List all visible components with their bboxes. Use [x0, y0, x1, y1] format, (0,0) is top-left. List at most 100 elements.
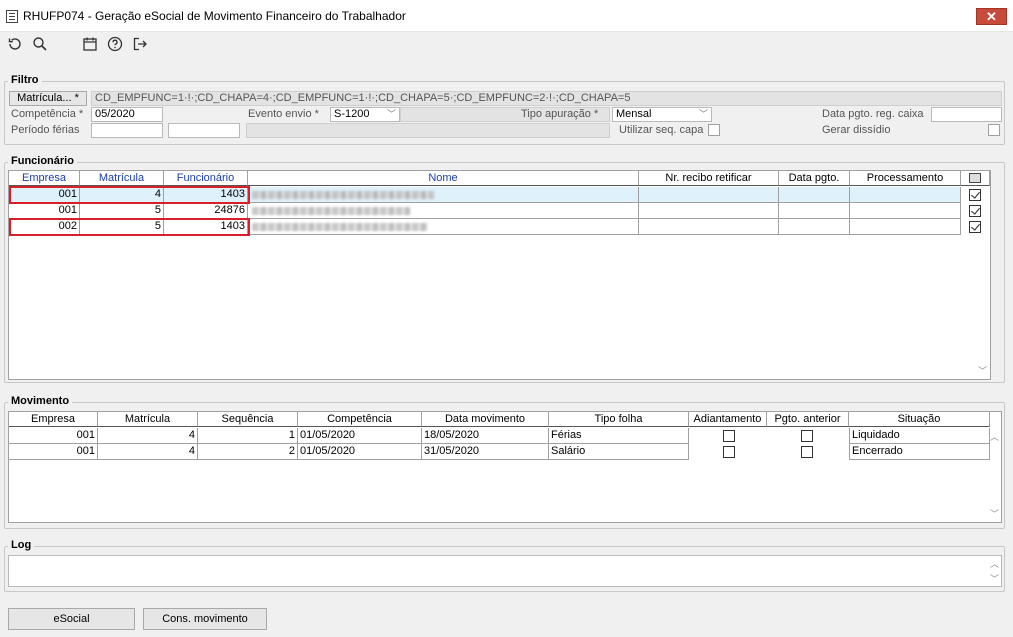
utilizar-seq-checkbox[interactable]	[708, 124, 720, 136]
movimento-label: Movimento	[8, 395, 73, 407]
gerar-dissidio-label: Gerar dissídio	[822, 124, 891, 136]
row-checkbox[interactable]	[969, 205, 981, 217]
cell-data-pgto[interactable]	[779, 203, 850, 219]
col-header-competencia[interactable]: Competência	[298, 412, 422, 427]
matricula-button[interactable]: Matrícula... *	[9, 91, 87, 106]
filtro-label: Filtro	[8, 74, 42, 86]
log-textarea[interactable]: ︿ ﹀	[8, 555, 1002, 587]
evento-envio-label: Evento envio *	[248, 108, 319, 120]
cell-processamento	[850, 219, 961, 235]
cell-adiantamento	[689, 428, 767, 444]
table-row[interactable]: 001 5 24876	[9, 203, 961, 219]
col-header-sequencia[interactable]: Sequência	[198, 412, 298, 427]
cell-empresa: 001	[9, 203, 80, 219]
tipo-apuracao-value: Mensal	[616, 108, 652, 120]
cell-processamento	[850, 187, 961, 203]
cell-empresa: 001	[9, 444, 98, 460]
funcionario-grid: Empresa Matrícula Funcionário Nome Nr. r…	[8, 170, 991, 380]
col-header-empresa[interactable]: Empresa	[9, 171, 80, 186]
cell-data-pgto[interactable]	[779, 219, 850, 235]
col-header-tipo-folha[interactable]: Tipo folha	[549, 412, 689, 427]
cell-data-pgto[interactable]	[779, 187, 850, 203]
cell-sequencia: 1	[198, 428, 298, 444]
scroll-up-icon[interactable]: ︿	[987, 431, 1002, 443]
col-header-data-pgto[interactable]: Data pgto.	[779, 171, 850, 186]
col-header-data-movimento[interactable]: Data movimento	[422, 412, 549, 427]
data-pgto-field[interactable]	[931, 107, 1002, 122]
search-icon[interactable]	[31, 36, 49, 54]
cell-pgto-anterior	[767, 428, 849, 444]
scroll-down-icon[interactable]: ﹀	[987, 573, 1002, 585]
cell-pgto-anterior	[767, 444, 849, 460]
cell-data-movimento: 18/05/2020	[422, 428, 549, 444]
col-header-nr-recibo[interactable]: Nr. recibo retificar	[639, 171, 779, 186]
periodo-ferias-end[interactable]	[168, 123, 240, 138]
chevron-down-icon: ﹀	[386, 109, 396, 119]
cell-matricula: 4	[98, 428, 198, 444]
exit-icon[interactable]	[131, 36, 149, 54]
competencia-field[interactable]: 05/2020	[91, 107, 163, 122]
row-checkbox[interactable]	[969, 189, 981, 201]
col-header-nome[interactable]: Nome	[248, 171, 639, 186]
help-icon[interactable]	[106, 36, 124, 54]
cell-data-movimento: 31/05/2020	[422, 444, 549, 460]
row-checkbox[interactable]	[969, 221, 981, 233]
scroll-down-icon[interactable]: ﹀	[975, 365, 990, 377]
gerar-dissidio-checkbox[interactable]	[988, 124, 1000, 136]
col-header-matricula[interactable]: Matrícula	[98, 412, 198, 427]
col-header-adiantamento[interactable]: Adiantamento	[689, 412, 767, 427]
select-all-icon	[969, 173, 981, 183]
tipo-apuracao-label: Tipo apuração *	[521, 108, 599, 120]
adiantamento-checkbox[interactable]	[723, 430, 735, 442]
pgto-anterior-checkbox[interactable]	[801, 446, 813, 458]
periodo-ferias-desc	[246, 123, 610, 138]
cell-nome	[248, 187, 639, 203]
cell-tipo-folha: Férias	[549, 428, 689, 444]
table-row[interactable]: 001 4 2 01/05/2020 31/05/2020 Salário En…	[9, 444, 990, 460]
cell-situacao: Encerrado	[849, 444, 990, 460]
periodo-ferias-label: Período férias	[11, 124, 80, 136]
calendar-icon[interactable]	[81, 36, 99, 54]
matricula-field: CD_EMPFUNC=1·!·;CD_CHAPA=4·;CD_EMPFUNC=1…	[91, 91, 1002, 106]
col-header-empresa[interactable]: Empresa	[9, 412, 98, 427]
cell-tipo-folha: Salário	[549, 444, 689, 460]
cell-nr-recibo[interactable]	[639, 187, 779, 203]
title-bar: RHUFP074 - Geração eSocial de Movimento …	[0, 0, 1013, 32]
funcionario-label: Funcionário	[8, 155, 77, 167]
cell-funcionario: 24876	[164, 203, 248, 219]
col-header-select-all[interactable]	[961, 171, 990, 186]
cell-nr-recibo[interactable]	[639, 219, 779, 235]
pgto-anterior-checkbox[interactable]	[801, 430, 813, 442]
cell-matricula: 4	[98, 444, 198, 460]
cell-sequencia: 2	[198, 444, 298, 460]
cell-nome	[248, 203, 639, 219]
utilizar-seq-label: Utilizar seq. capa	[619, 124, 704, 136]
cell-situacao: Liquidado	[849, 428, 990, 444]
scroll-up-icon[interactable]: ︿	[987, 558, 1002, 570]
col-header-pgto-anterior[interactable]: Pgto. anterior	[767, 412, 849, 427]
col-header-situacao[interactable]: Situação	[849, 412, 990, 427]
cell-adiantamento	[689, 444, 767, 460]
esocial-button[interactable]: eSocial	[8, 608, 135, 630]
evento-envio-select[interactable]: S-1200 ﹀	[330, 107, 400, 122]
highlight-box	[9, 218, 250, 236]
close-button[interactable]: ✕	[976, 8, 1007, 25]
tipo-apuracao-select[interactable]: Mensal ﹀	[612, 107, 712, 122]
periodo-ferias-start[interactable]	[91, 123, 163, 138]
col-header-processamento[interactable]: Processamento	[850, 171, 961, 186]
scroll-down-icon[interactable]: ﹀	[987, 508, 1002, 520]
refresh-icon[interactable]	[6, 36, 24, 54]
col-header-matricula[interactable]: Matrícula	[80, 171, 164, 186]
cons-movimento-button[interactable]: Cons. movimento	[143, 608, 267, 630]
col-header-funcionario[interactable]: Funcionário	[164, 171, 248, 186]
adiantamento-checkbox[interactable]	[723, 446, 735, 458]
app-icon	[6, 10, 18, 23]
movimento-grid: Empresa Matrícula Sequência Competência …	[8, 411, 1002, 523]
cell-nome	[248, 219, 639, 235]
table-row[interactable]: 001 4 1 01/05/2020 18/05/2020 Férias Liq…	[9, 428, 990, 444]
cell-competencia: 01/05/2020	[298, 444, 422, 460]
cell-nr-recibo[interactable]	[639, 203, 779, 219]
cell-processamento	[850, 203, 961, 219]
cell-competencia: 01/05/2020	[298, 428, 422, 444]
log-label: Log	[8, 539, 35, 551]
